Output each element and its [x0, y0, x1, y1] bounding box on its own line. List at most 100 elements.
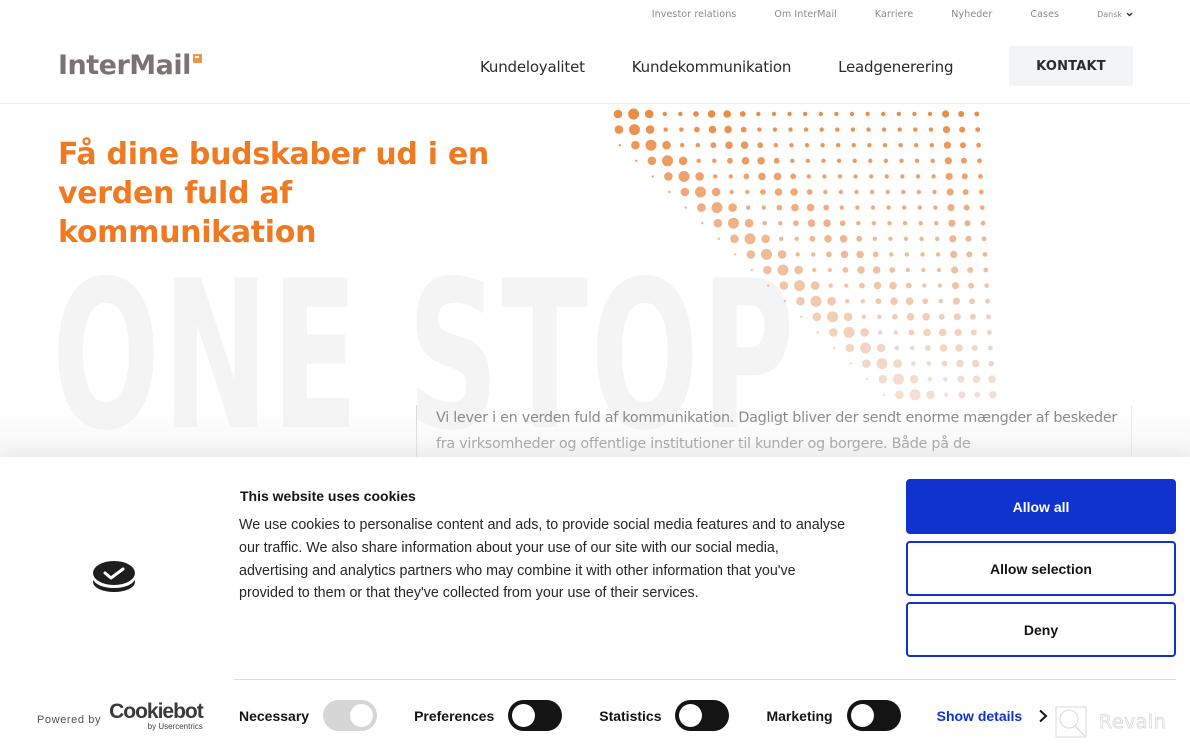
top-link-om-intermail[interactable]: Om InterMail: [774, 9, 837, 20]
halftone-dot: [790, 188, 798, 196]
allow-all-button[interactable]: Allow all: [906, 479, 1176, 534]
halftone-dot: [710, 142, 717, 149]
halftone-dot: [678, 156, 688, 166]
halftone-dot: [915, 174, 921, 179]
halftone-dot: [898, 143, 903, 148]
halftone-dot: [663, 127, 668, 132]
halftone-dot: [876, 358, 888, 370]
statistics-toggle[interactable]: [675, 700, 730, 731]
language-label: Dansk: [1097, 10, 1122, 19]
halftone-dot: [684, 206, 687, 209]
halftone-dot: [897, 127, 902, 132]
halftone-dot: [739, 111, 746, 117]
halftone-dot: [779, 281, 789, 290]
halftone-dot: [976, 142, 981, 148]
halftone-dot: [866, 127, 871, 132]
halftone-dot: [789, 143, 794, 148]
halftone-dot: [693, 111, 699, 117]
halftone-dot: [834, 111, 839, 117]
contact-button[interactable]: KONTAKT: [1009, 46, 1133, 86]
halftone-dot: [856, 235, 863, 242]
preferences-toggle[interactable]: [508, 700, 563, 731]
halftone-dot: [936, 267, 942, 273]
cookie-divider: [234, 679, 1176, 680]
top-link-investor-relations[interactable]: Investor relations: [652, 9, 737, 20]
nav-kundeloyalitet[interactable]: Kundeloyalitet: [480, 58, 585, 76]
halftone-dot: [896, 111, 901, 117]
halftone-dot: [827, 267, 832, 273]
halftone-dot: [968, 282, 975, 289]
halftone-dot: [678, 111, 683, 117]
halftone-dot: [925, 345, 931, 351]
halftone-dot: [712, 158, 717, 163]
halftone-dot: [790, 173, 797, 180]
halftone-dot: [970, 329, 977, 336]
halftone-dot: [724, 125, 732, 134]
halftone-dot: [761, 248, 772, 260]
halftone-dot: [958, 111, 965, 117]
halftone-dot: [916, 189, 922, 195]
halftone-dot: [881, 111, 886, 117]
top-link-karriere[interactable]: Karriere: [875, 9, 913, 20]
halftone-dot: [969, 313, 976, 320]
halftone-dot: [711, 202, 723, 214]
halftone-dot: [730, 234, 739, 244]
language-selector[interactable]: Dansk: [1097, 10, 1133, 19]
halftone-dot: [662, 140, 671, 150]
halftone-dot: [951, 282, 960, 290]
halftone-dot: [949, 235, 957, 243]
halftone-dot: [818, 111, 823, 117]
halftone-dot: [835, 127, 840, 132]
halftone-dot: [860, 299, 865, 304]
halftone-dot: [856, 250, 864, 259]
halftone-dot: [885, 189, 890, 195]
show-details-link[interactable]: Show details: [937, 708, 1049, 724]
powered-by-cookiebot[interactable]: Powered by Cookiebot by Usercentrics: [37, 701, 204, 731]
halftone-dot: [823, 219, 831, 227]
top-link-nyheder[interactable]: Nyheder: [951, 9, 992, 20]
halftone-dot: [629, 124, 640, 136]
top-link-cases[interactable]: Cases: [1030, 9, 1059, 20]
halftone-dot: [773, 172, 782, 181]
halftone-dot: [777, 250, 787, 259]
halftone-dot: [844, 283, 849, 288]
halftone-dot: [987, 330, 992, 335]
halftone-dot: [662, 155, 673, 167]
halftone-dot: [939, 344, 948, 352]
halftone-dot: [804, 143, 810, 148]
halftone-dot: [980, 220, 986, 226]
halftone-dot: [728, 217, 739, 229]
halftone-dot: [838, 189, 844, 195]
allow-selection-button[interactable]: Allow selection: [906, 541, 1176, 596]
toggle-knob: [350, 704, 374, 727]
halftone-dot: [869, 189, 875, 195]
intermail-logo[interactable]: InterMail: [58, 52, 202, 80]
halftone-dot: [870, 205, 876, 210]
halftone-dot: [873, 281, 882, 290]
nav-leadgenerering[interactable]: Leadgenerering: [838, 58, 953, 76]
halftone-dot: [850, 127, 856, 132]
halftone-dot: [918, 221, 923, 226]
halftone-dot: [756, 111, 761, 117]
show-details-label: Show details: [936, 707, 1023, 724]
halftone-dot: [857, 266, 865, 274]
halftone-dot: [869, 174, 874, 179]
halftone-dot: [854, 189, 859, 195]
halftone-dot: [889, 281, 897, 290]
halftone-dot: [961, 173, 968, 180]
halftone-dot: [875, 298, 882, 305]
halftone-dot: [989, 391, 997, 399]
halftone-dot: [777, 264, 789, 276]
main-navigation: Kundeloyalitet Kundekommunikation Leadge…: [480, 58, 1000, 76]
halftone-dot: [743, 173, 750, 180]
deny-button[interactable]: Deny: [906, 602, 1176, 657]
nav-kundekommunikation[interactable]: Kundekommunikation: [632, 58, 792, 76]
halftone-dot: [927, 377, 932, 382]
toggle-label-necessary: Necessary: [239, 707, 310, 724]
halftone-dot: [849, 111, 855, 117]
halftone-dot: [713, 218, 723, 228]
halftone-dot: [788, 127, 793, 132]
halftone-dot: [772, 127, 778, 132]
halftone-dot: [927, 111, 933, 117]
marketing-toggle[interactable]: [846, 700, 901, 731]
